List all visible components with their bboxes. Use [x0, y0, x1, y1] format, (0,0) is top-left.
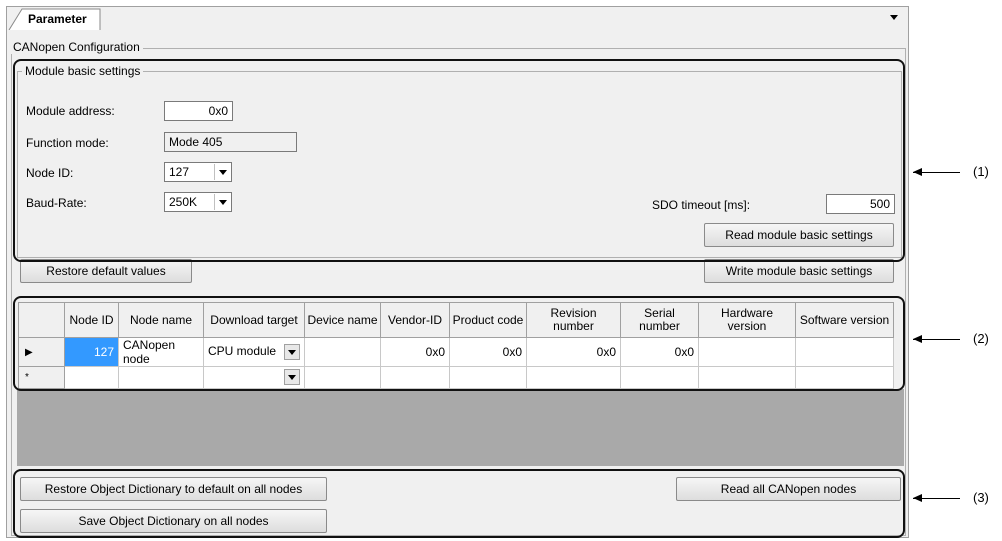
restore-default-values-button[interactable]: Restore default values — [20, 259, 192, 283]
arrow-left-icon — [913, 494, 960, 502]
callout-label-1: (1) — [973, 164, 989, 179]
callout-label-3: (3) — [973, 490, 989, 505]
callout-box-2 — [13, 296, 905, 391]
arrow-left-icon — [913, 168, 960, 176]
callout-label-2: (2) — [973, 331, 989, 346]
write-module-basic-settings-button[interactable]: Write module basic settings — [704, 259, 894, 283]
chevron-down-icon[interactable] — [890, 15, 898, 20]
tab-label: Parameter — [28, 12, 87, 26]
callout-box-1 — [13, 59, 905, 262]
callout-box-3 — [13, 469, 905, 538]
tab-parameter[interactable]: Parameter — [8, 8, 101, 30]
canopen-configuration-title: CANopen Configuration — [10, 40, 143, 54]
grid-empty-area — [17, 389, 904, 466]
arrow-left-icon — [913, 335, 960, 343]
